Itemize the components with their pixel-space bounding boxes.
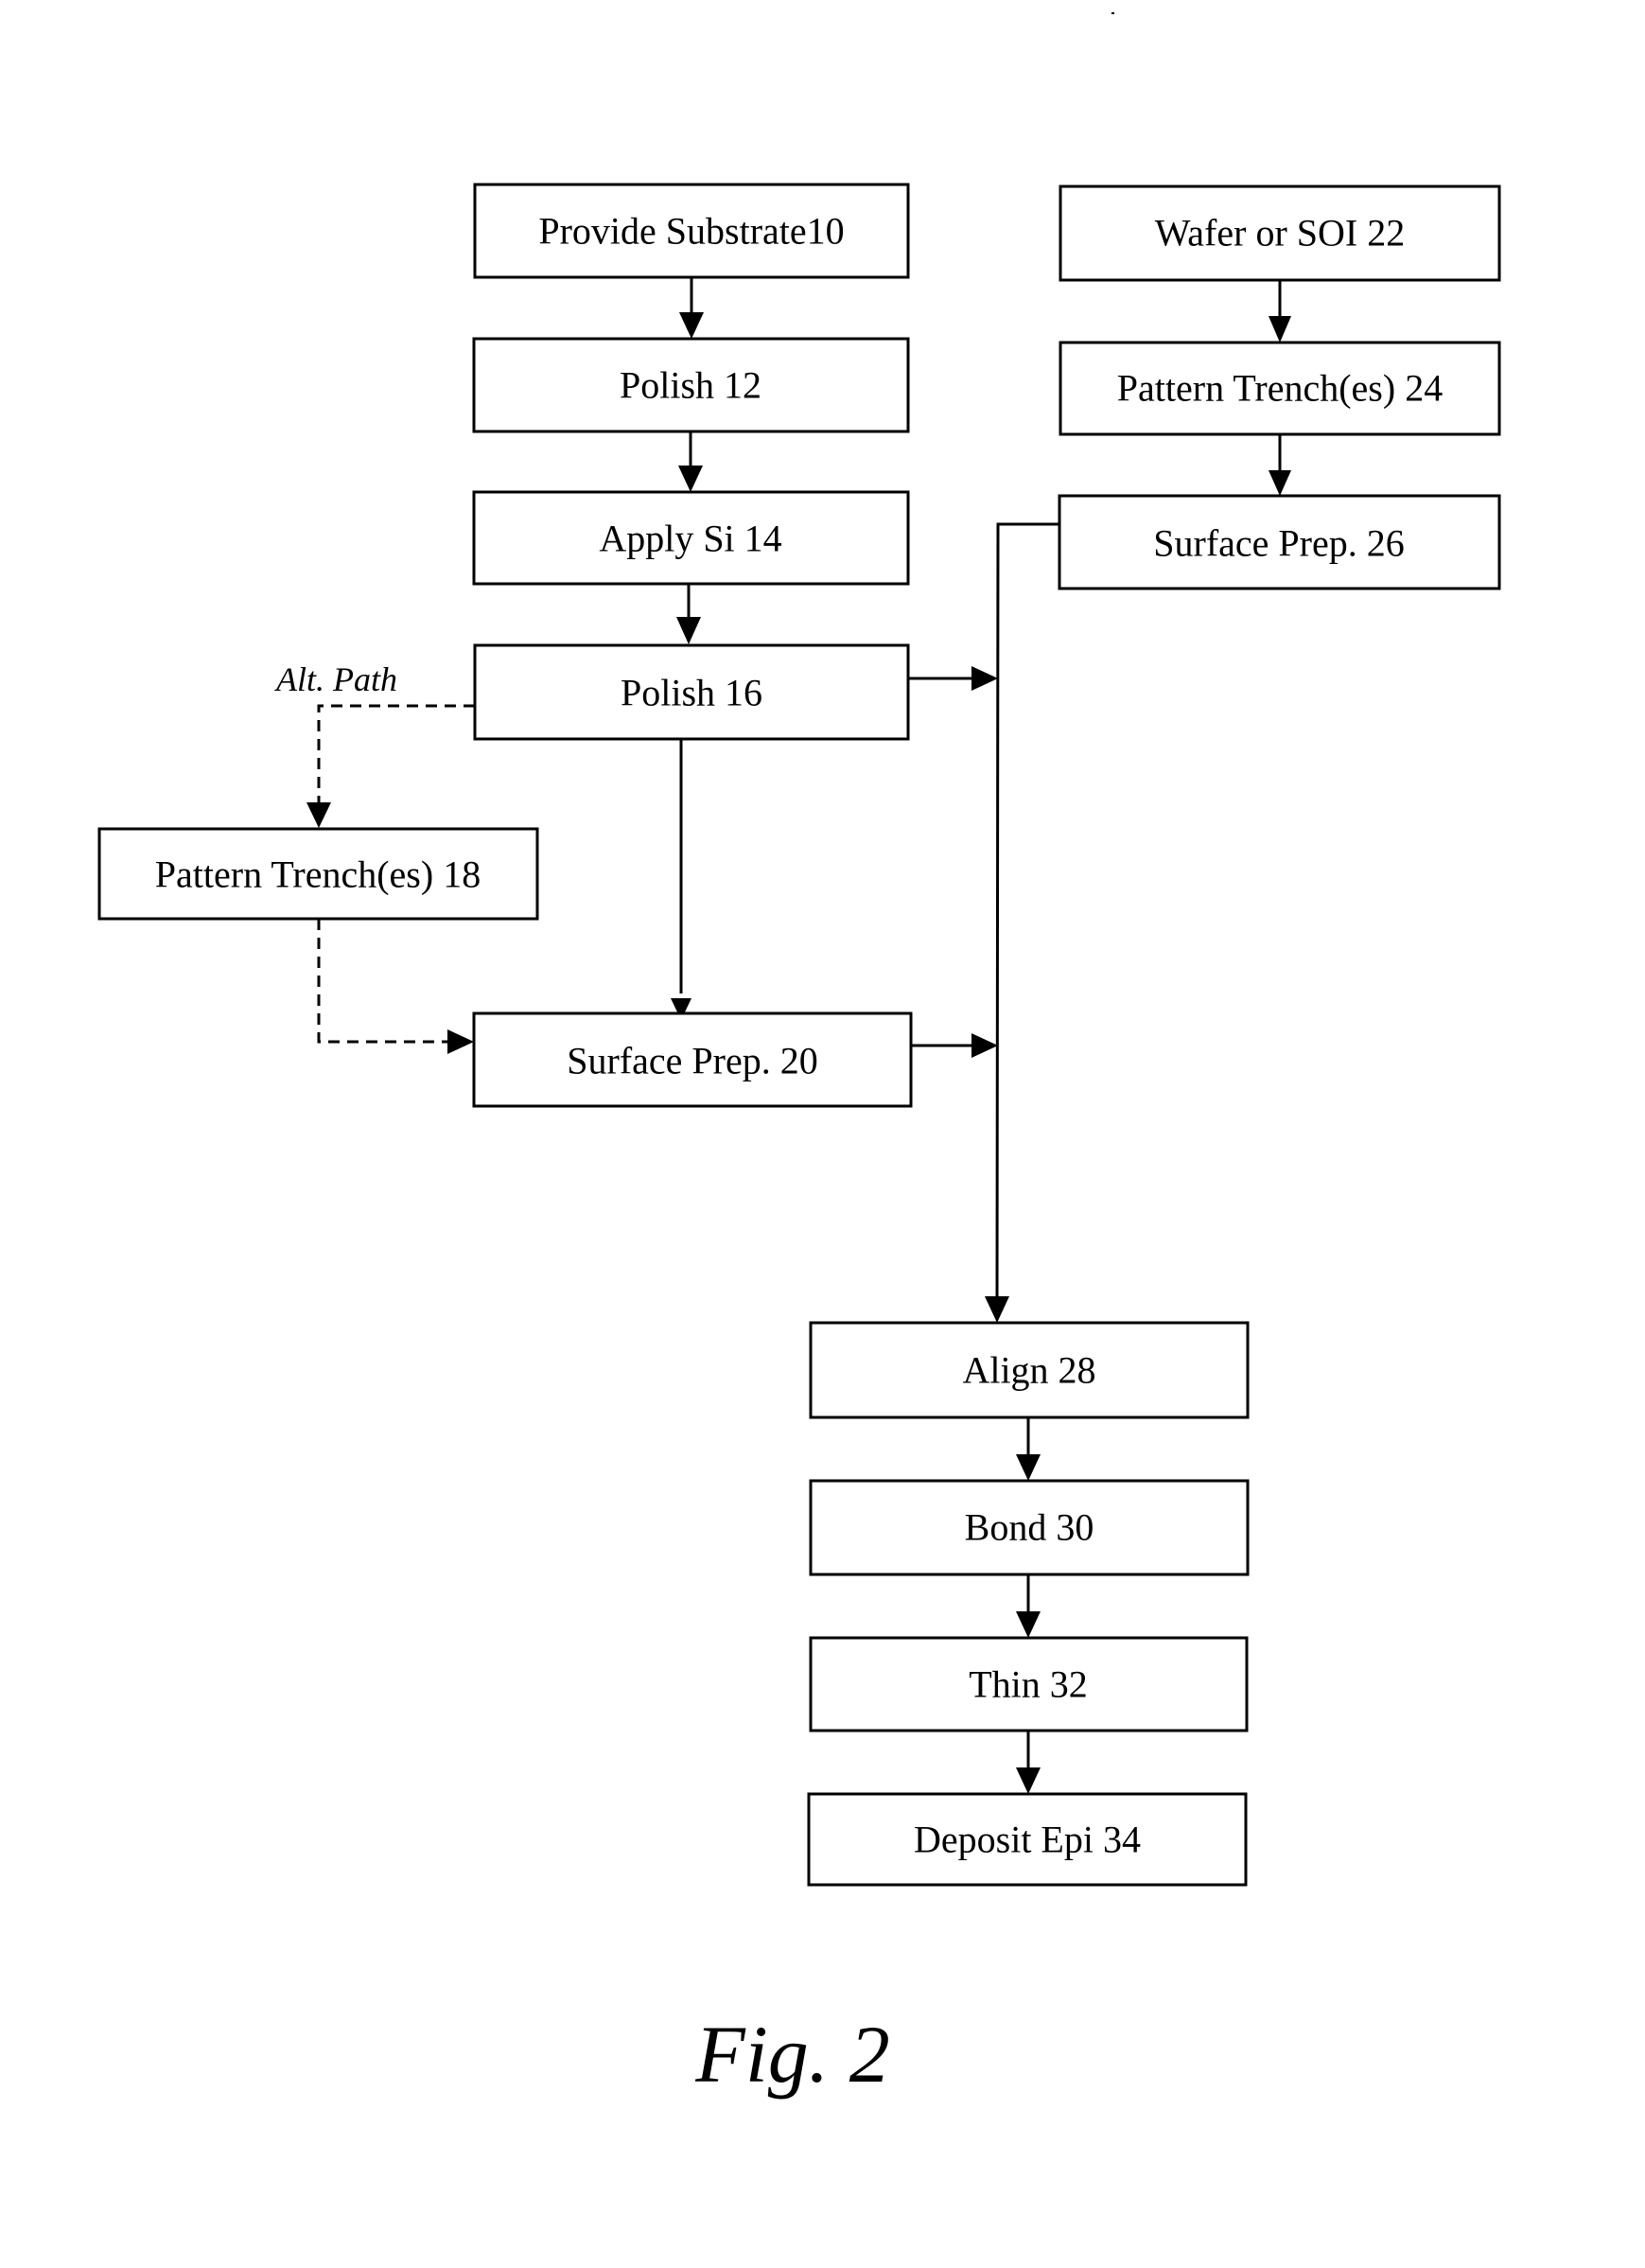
step-label: Bond 30 — [965, 1506, 1094, 1549]
scan-speck — [1111, 12, 1114, 14]
arrow-s14-s16 — [676, 584, 701, 644]
step-label: Provide Substrate10 — [538, 210, 844, 253]
arrow-s10-s12 — [679, 277, 704, 339]
step-pattern-trenches-24: Pattern Trench(es) 24 — [1059, 341, 1501, 436]
step-label: Thin 32 — [969, 1663, 1088, 1706]
arrow-s18-s20 — [317, 919, 474, 1054]
step-label: Surface Prep. 20 — [567, 1040, 817, 1082]
step-label: Align 28 — [962, 1349, 1095, 1392]
step-polish-16: Polish 16 — [473, 643, 910, 741]
arrow-alt-path-s16-s18 — [306, 704, 475, 828]
merge-bus-line — [985, 522, 1059, 1323]
step-deposit-epi-34: Deposit Epi 34 — [807, 1792, 1248, 1887]
step-label: Apply Si 14 — [599, 518, 781, 560]
flowchart: Alt. Path Provide Substrate10 Polish 12 … — [97, 12, 1501, 2100]
step-label: Pattern Trench(es) 24 — [1117, 367, 1443, 410]
step-apply-si-14: Apply Si 14 — [472, 490, 910, 586]
arrow-s30-s32 — [1016, 1574, 1041, 1638]
step-align-28: Align 28 — [809, 1321, 1250, 1419]
alt-path-label: Alt. Path — [274, 660, 397, 698]
figure-caption: Fig. 2 — [694, 2009, 889, 2100]
arrow-s12-s14 — [678, 431, 703, 492]
step-bond-30: Bond 30 — [809, 1479, 1250, 1576]
step-wafer-or-soi-22: Wafer or SOI 22 — [1059, 185, 1501, 282]
step-label: Surface Prep. 26 — [1153, 522, 1404, 565]
step-label: Polish 16 — [621, 672, 762, 714]
step-label: Wafer or SOI 22 — [1155, 212, 1405, 255]
arrow-s24-s26 — [1269, 435, 1291, 496]
step-label: Polish 12 — [620, 364, 761, 407]
step-surface-prep-20: Surface Prep. 20 — [472, 1011, 913, 1108]
step-polish-12: Polish 12 — [472, 337, 910, 433]
arrow-s32-s34 — [1016, 1731, 1041, 1794]
step-surface-prep-26: Surface Prep. 26 — [1058, 494, 1501, 590]
step-provide-substrate-10: Provide Substrate10 — [473, 183, 910, 279]
arrow-s16-s20 — [671, 739, 691, 1020]
arrow-s22-s24 — [1269, 281, 1291, 343]
arrow-s20-bus — [912, 1033, 998, 1058]
arrow-s28-s30 — [1016, 1417, 1041, 1481]
step-pattern-trenches-18: Pattern Trench(es) 18 — [97, 827, 539, 921]
step-thin-32: Thin 32 — [809, 1636, 1249, 1732]
step-label: Deposit Epi 34 — [914, 1819, 1141, 1861]
step-label: Pattern Trench(es) 18 — [155, 853, 481, 896]
arrow-s16-bus — [908, 666, 998, 691]
